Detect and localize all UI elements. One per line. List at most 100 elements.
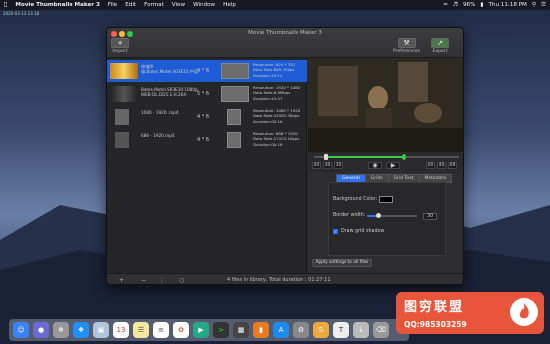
- apply-all-button[interactable]: Apply settings to all files: [312, 259, 372, 267]
- bottom-bar: + − ⋮ ○ 4 files in library, Total durati…: [107, 273, 463, 284]
- movie-maker-icon[interactable]: ▦: [233, 322, 249, 338]
- terminal-icon[interactable]: >: [213, 322, 229, 338]
- menu-format[interactable]: Format: [144, 2, 164, 8]
- file-row[interactable]: Bates.Motel.S03E10.1080p. WEB-DL.DD5.1.H…: [107, 83, 307, 105]
- end-hour[interactable]: 00: [426, 162, 435, 169]
- launchpad-icon[interactable]: ❄: [53, 322, 69, 338]
- typora-icon[interactable]: T: [333, 322, 349, 338]
- calendar-icon[interactable]: 13: [113, 322, 129, 338]
- photos-icon[interactable]: ✿: [173, 322, 189, 338]
- timeline-range: [326, 156, 406, 158]
- file-info: Resolution: 624 * 352 Data Rate:669.7Kbp…: [253, 62, 296, 78]
- library-status: 4 files in library, Total duration : 01:…: [227, 277, 331, 283]
- menu-bar:  Movie Thumbnails Maker 3 File Edit For…: [0, 0, 550, 10]
- battery-percent[interactable]: 96%: [463, 2, 475, 8]
- video-thumbnail: [110, 63, 138, 79]
- grid-size: 5 * 6: [197, 91, 210, 97]
- shadow-label: Draw grid shadow: [341, 229, 385, 234]
- menu-app-name[interactable]: Movie Thumbnails Maker 3: [15, 2, 100, 8]
- battery-icon[interactable]: ▮: [480, 2, 483, 8]
- facetime-icon[interactable]: ▶: [193, 322, 209, 338]
- app-window: Movie Thumbnails Maker 3 + Import ⚒ Pref…: [106, 27, 464, 285]
- play-icon[interactable]: ▶: [386, 162, 400, 169]
- file-info: Resolution: 1920 * 1080 Data Rate:6.9Mbp…: [253, 85, 301, 101]
- background-color-well[interactable]: [379, 196, 393, 203]
- finder-icon[interactable]: ☺: [13, 322, 29, 338]
- toolbar: Movie Thumbnails Maker 3 + Import ⚒ Pref…: [107, 28, 463, 58]
- wifi-icon[interactable]: ≈: [443, 2, 448, 8]
- grid-preview: [227, 109, 241, 125]
- timeline-track[interactable]: [314, 154, 459, 160]
- grid-size: 4 * 6: [197, 137, 210, 143]
- range-start-handle[interactable]: [324, 154, 328, 160]
- dock: ☺ ● ❄ ❖ ▣ 13 ☰ ≡ ✿ ▶ > ▦ ▮ A ⚙ S T ↓ ⌫: [9, 319, 409, 341]
- menu-help[interactable]: Help: [223, 2, 236, 8]
- end-second[interactable]: 09: [448, 162, 457, 169]
- clock[interactable]: Thu 11:18 PM: [488, 2, 526, 8]
- grid-preview: [221, 86, 249, 102]
- safari-icon[interactable]: ❖: [73, 322, 89, 338]
- export-button[interactable]: ↗ Export: [431, 38, 449, 54]
- grid-preview: [221, 63, 249, 79]
- file-row[interactable]: 惊魂序 电.Bates.Motel.S03E10.中英 4 * 6 Resolu…: [107, 60, 307, 82]
- notes-icon[interactable]: ☰: [133, 322, 149, 338]
- watermark-qq: QQ:985303259: [404, 320, 467, 329]
- clear-icon[interactable]: ○: [179, 277, 184, 284]
- border-width-label: Border width:: [333, 213, 366, 218]
- trash-icon[interactable]: ⌫: [373, 322, 389, 338]
- sort-icon[interactable]: ⋮: [159, 277, 165, 284]
- playhead-handle[interactable]: [402, 154, 406, 160]
- start-hour[interactable]: 00: [312, 162, 321, 169]
- settings-pane: General Grids Grid Text Metadata Backgro…: [308, 172, 463, 273]
- add-icon[interactable]: +: [119, 277, 124, 284]
- file-info: Resolution: 686 * 1920 Data Rate:27225.1…: [253, 131, 300, 147]
- import-button[interactable]: + Import: [111, 38, 129, 54]
- video-preview[interactable]: [308, 58, 463, 152]
- menu-edit[interactable]: Edit: [125, 2, 136, 8]
- sublime-icon[interactable]: S: [313, 322, 329, 338]
- export-label: Export: [432, 49, 448, 54]
- siri-icon[interactable]: ●: [33, 322, 49, 338]
- file-info: Resolution: 1080 * 1920 Data Rate:24585.…: [253, 108, 301, 124]
- slider-knob[interactable]: [376, 213, 381, 218]
- books-icon[interactable]: ▮: [253, 322, 269, 338]
- video-thumbnail: [115, 132, 129, 148]
- file-row[interactable]: 1080 - 1920 .mp4 4 * 6 Resolution: 1080 …: [107, 106, 307, 128]
- app-store-icon[interactable]: A: [273, 322, 289, 338]
- menu-view[interactable]: View: [172, 2, 185, 8]
- system-preferences-icon[interactable]: ⚙: [293, 322, 309, 338]
- file-row[interactable]: 686 - 1920.mp4 4 * 6 Resolution: 686 * 1…: [107, 129, 307, 151]
- start-minute[interactable]: 30: [323, 162, 332, 169]
- eye-icon[interactable]: ◉: [368, 162, 382, 169]
- menu-window[interactable]: Window: [193, 2, 215, 8]
- apple-icon[interactable]: : [4, 2, 7, 8]
- watermark: 图穷联盟 QQ:985303259: [396, 292, 544, 334]
- preferences-label: Preferences: [393, 49, 421, 54]
- search-icon[interactable]: ⚲: [532, 2, 536, 8]
- menu-list-icon[interactable]: ☰: [541, 2, 546, 8]
- timestamp-overlay: 2020-03-13 23:18: [3, 11, 40, 16]
- end-minute[interactable]: 40: [437, 162, 446, 169]
- photos-folder-icon[interactable]: ▣: [93, 322, 109, 338]
- border-width-slider[interactable]: [367, 213, 417, 218]
- volume-icon[interactable]: ♬: [453, 2, 458, 8]
- border-width-field[interactable]: 30: [423, 213, 437, 220]
- preferences-button[interactable]: ⚒ Preferences: [393, 38, 420, 54]
- import-label: Import: [112, 49, 128, 54]
- flame-logo-icon: [510, 298, 538, 326]
- window-title: Movie Thumbnails Maker 3: [248, 30, 322, 36]
- remove-icon[interactable]: −: [141, 277, 146, 284]
- shadow-checkbox[interactable]: ✓: [333, 229, 338, 234]
- start-second[interactable]: 30: [334, 162, 343, 169]
- grid-preview: [227, 132, 241, 148]
- reminders-icon[interactable]: ≡: [153, 322, 169, 338]
- video-thumbnail: [115, 109, 129, 125]
- downloads-icon[interactable]: ↓: [353, 322, 369, 338]
- wrench-icon: ⚒: [397, 38, 416, 48]
- menu-file[interactable]: File: [108, 2, 117, 8]
- background-color-label: Background Color:: [333, 197, 378, 202]
- timeline: 00 30 30 ◉ ▶ 00 40 09: [308, 152, 463, 172]
- file-list[interactable]: 惊魂序 电.Bates.Motel.S03E10.中英 4 * 6 Resolu…: [107, 58, 307, 273]
- preview-frame: [308, 58, 463, 152]
- grid-size: 4 * 6: [197, 68, 210, 74]
